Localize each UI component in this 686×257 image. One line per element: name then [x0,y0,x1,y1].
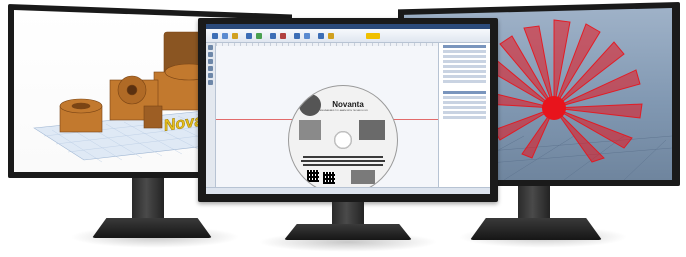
tree-row [443,60,486,63]
disc-subtitle: ENGINEERED TO LEARN WITH TECHNOLOGY [319,110,368,112]
tree-row [443,55,486,58]
toolbar-icon [328,33,334,39]
toolbar-icon [222,33,228,39]
tree-row [443,65,486,68]
disc-artwork: Novanta ENGINEERED TO LEARN WITH TECHNOL… [288,85,398,194]
toolbar-icon [270,33,276,39]
tree-row [443,101,486,104]
toolbar-icon [280,33,286,39]
tree-row [443,116,486,119]
center-monitor-base [284,224,412,240]
toolbar-icon [232,33,238,39]
tree-row [443,106,486,109]
disc-qr-code [323,172,335,184]
disc-text-line [301,160,385,162]
tree-row [443,50,486,53]
left-monitor-base [92,218,212,238]
disc-qr-code [307,170,319,182]
app-ribbon-toolbar [206,29,490,43]
right-monitor-neck [518,186,550,222]
disc-image-tile [359,120,385,140]
tool-icon [208,66,213,71]
toolbar-icon [256,33,262,39]
toolbar-highlight-icon [366,33,380,39]
tree-row [443,96,486,99]
tool-icon [208,45,213,50]
tool-icon [208,52,213,57]
center-monitor: Novanta ENGINEERED TO LEARN WITH TECHNOL… [198,18,498,253]
disc-image-tile [299,120,321,140]
disc-text-line [303,164,383,166]
tool-icon [208,59,213,64]
left-monitor-neck [132,178,164,222]
toolbar-icon [294,33,300,39]
disc-image-tile [351,170,375,184]
tree-row [443,75,486,78]
app-statusbar [206,187,490,194]
disc-logo-mark [299,94,321,116]
left-toolbox [206,43,216,187]
center-monitor-screen: Novanta ENGINEERED TO LEARN WITH TECHNOL… [206,24,490,194]
tool-icon [208,80,213,85]
toolbar-icon [212,33,218,39]
disc-text-line [303,156,383,158]
disc-brand-text: Novanta [332,100,364,109]
horizontal-ruler [216,43,438,46]
tree-row [443,80,486,83]
tool-icon [208,73,213,78]
toolbar-icon [304,33,310,39]
toolbar-icon [318,33,324,39]
panel-header [443,45,486,48]
toolbar-icon [246,33,252,39]
design-canvas: Novanta ENGINEERED TO LEARN WITH TECHNOL… [216,43,438,194]
tree-row [443,70,486,73]
tree-row [443,111,486,114]
properties-panel [438,43,490,187]
panel-header [443,91,486,94]
